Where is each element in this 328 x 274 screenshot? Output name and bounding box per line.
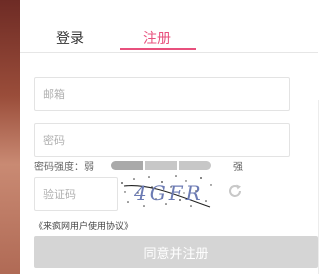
- captcha-input[interactable]: [35, 178, 117, 210]
- tab-register[interactable]: 注册: [143, 28, 171, 48]
- divider: [318, 100, 319, 274]
- password-input[interactable]: [35, 124, 289, 156]
- email-field[interactable]: [34, 77, 290, 111]
- agree-and-register-button[interactable]: 同意并注册: [34, 236, 318, 268]
- active-tab-indicator: [120, 48, 196, 50]
- password-strength: 密码强度：弱 强: [34, 158, 294, 173]
- strength-segment: [145, 161, 177, 170]
- agreement-link[interactable]: 《来疯网用户使用协议》: [34, 219, 133, 232]
- strength-segment: [179, 161, 211, 170]
- tab-login[interactable]: 登录: [56, 28, 84, 48]
- strength-meter: [111, 161, 211, 170]
- captcha-image[interactable]: 4GFR: [116, 173, 216, 209]
- password-field[interactable]: [34, 123, 290, 157]
- refresh-icon[interactable]: [227, 183, 243, 199]
- strength-high-label: 强: [233, 162, 243, 173]
- captcha-field[interactable]: [34, 177, 118, 211]
- background-image-strip: [0, 0, 20, 274]
- register-panel: 登录 注册 密码强度：弱 强 4GFR: [20, 0, 318, 274]
- email-input[interactable]: [35, 78, 289, 110]
- captcha-text: 4GFR: [133, 181, 204, 205]
- strength-segment: [111, 161, 143, 170]
- strength-label: 密码强度：弱: [34, 162, 94, 173]
